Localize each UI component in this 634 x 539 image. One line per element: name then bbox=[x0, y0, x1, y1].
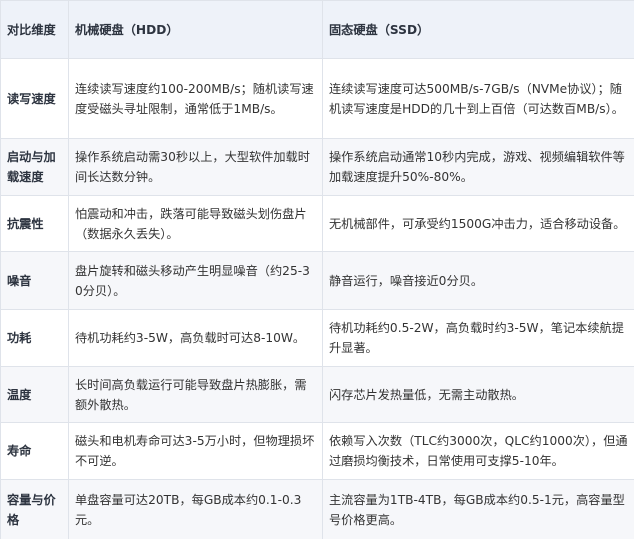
row-hdd: 长时间高负载运行可能导致盘片热膨胀，需额外散热。 bbox=[68, 366, 323, 423]
table-row: 噪音 盘片旋转和磁头移动产生明显噪音（约25-30分贝）。 静音运行，噪音接近0… bbox=[0, 251, 634, 310]
row-dimension: 读写速度 bbox=[0, 58, 69, 139]
row-hdd: 怕震动和冲击，跌落可能导致磁头划伤盘片（数据永久丢失）。 bbox=[68, 195, 323, 252]
header-dimension: 对比维度 bbox=[0, 0, 69, 59]
table-row: 温度 长时间高负载运行可能导致盘片热膨胀，需额外散热。 闪存芯片发热量低，无需主… bbox=[0, 366, 634, 423]
row-ssd: 连续读写速度可达500MB/s-7GB/s（NVMe协议）；随机读写速度是HDD… bbox=[322, 58, 634, 139]
row-hdd: 待机功耗约3-5W，高负载时可达8-10W。 bbox=[68, 309, 323, 367]
header-ssd: 固态硬盘（SSD） bbox=[322, 0, 634, 59]
row-ssd: 依赖写入次数（TLC约3000次，QLC约1000次），但通过磨损均衡技术，日常… bbox=[322, 422, 634, 480]
row-hdd: 单盘容量可达20TB，每GB成本约0.1-0.3元。 bbox=[68, 479, 323, 539]
row-dimension: 容量与价格 bbox=[0, 479, 69, 539]
table-row: 抗震性 怕震动和冲击，跌落可能导致磁头划伤盘片（数据永久丢失）。 无机械部件，可… bbox=[0, 195, 634, 252]
table-row: 功耗 待机功耗约3-5W，高负载时可达8-10W。 待机功耗约0.5-2W，高负… bbox=[0, 309, 634, 367]
row-hdd: 磁头和电机寿命可达3-5万小时，但物理损坏不可逆。 bbox=[68, 422, 323, 480]
header-hdd: 机械硬盘（HDD） bbox=[68, 0, 323, 59]
row-dimension: 启动与加载速度 bbox=[0, 138, 69, 196]
row-ssd: 闪存芯片发热量低，无需主动散热。 bbox=[322, 366, 634, 423]
row-ssd: 无机械部件，可承受约1500G冲击力，适合移动设备。 bbox=[322, 195, 634, 252]
row-hdd: 操作系统启动需30秒以上，大型软件加载时间长达数分钟。 bbox=[68, 138, 323, 196]
table-header-row: 对比维度 机械硬盘（HDD） 固态硬盘（SSD） bbox=[0, 0, 634, 59]
row-ssd: 主流容量为1TB-4TB，每GB成本约0.5-1元，高容量型号价格更高。 bbox=[322, 479, 634, 539]
table-row: 启动与加载速度 操作系统启动需30秒以上，大型软件加载时间长达数分钟。 操作系统… bbox=[0, 138, 634, 196]
row-hdd: 盘片旋转和磁头移动产生明显噪音（约25-30分贝）。 bbox=[68, 251, 323, 310]
row-dimension: 寿命 bbox=[0, 422, 69, 480]
row-ssd: 静音运行，噪音接近0分贝。 bbox=[322, 251, 634, 310]
row-dimension: 温度 bbox=[0, 366, 69, 423]
table-row: 寿命 磁头和电机寿命可达3-5万小时，但物理损坏不可逆。 依赖写入次数（TLC约… bbox=[0, 422, 634, 480]
row-ssd: 待机功耗约0.5-2W，高负载时约3-5W，笔记本续航提升显著。 bbox=[322, 309, 634, 367]
table-row: 读写速度 连续读写速度约100-200MB/s；随机读写速度受磁头寻址限制，通常… bbox=[0, 58, 634, 139]
row-hdd: 连续读写速度约100-200MB/s；随机读写速度受磁头寻址限制，通常低于1MB… bbox=[68, 58, 323, 139]
comparison-table: 对比维度 机械硬盘（HDD） 固态硬盘（SSD） 读写速度 连续读写速度约100… bbox=[0, 0, 634, 539]
table-row: 容量与价格 单盘容量可达20TB，每GB成本约0.1-0.3元。 主流容量为1T… bbox=[0, 479, 634, 539]
row-dimension: 功耗 bbox=[0, 309, 69, 367]
row-ssd: 操作系统启动通常10秒内完成，游戏、视频编辑软件等加载速度提升50%-80%。 bbox=[322, 138, 634, 196]
row-dimension: 抗震性 bbox=[0, 195, 69, 252]
row-dimension: 噪音 bbox=[0, 251, 69, 310]
